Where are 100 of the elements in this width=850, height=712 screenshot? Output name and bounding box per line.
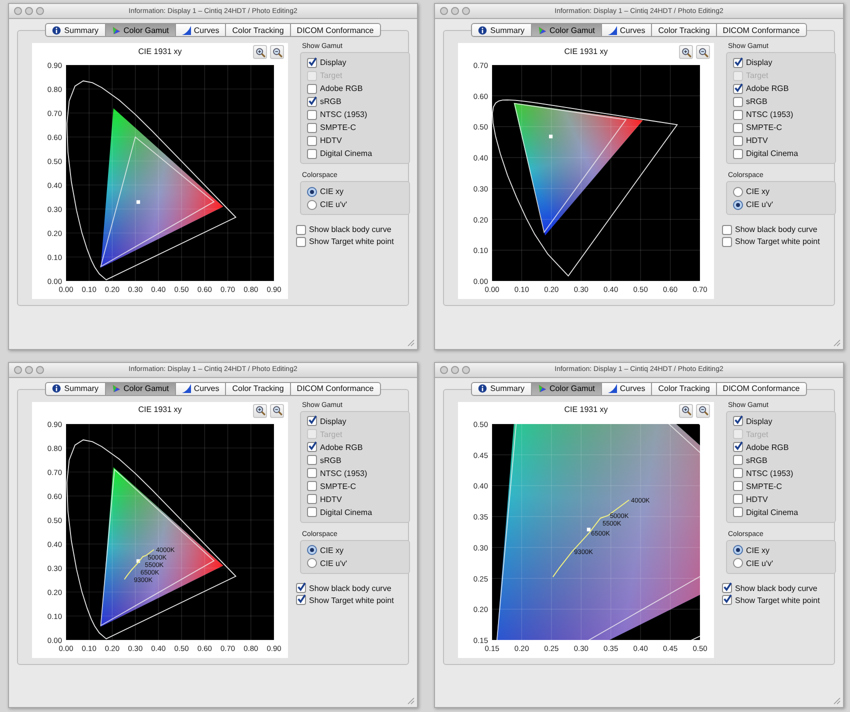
tab[interactable]: Summary: [45, 382, 106, 396]
checkbox[interactable]: [722, 224, 732, 234]
checkbox[interactable]: [733, 58, 743, 68]
zoom-in-button[interactable]: [253, 404, 267, 418]
tab[interactable]: Curves: [602, 382, 652, 396]
checkbox-label: sRGB: [320, 456, 342, 464]
radio-label: CIE u'v': [320, 558, 348, 568]
radio-button[interactable]: [307, 200, 317, 210]
curve-icon: [182, 384, 191, 393]
resize-grip-icon[interactable]: [407, 697, 415, 705]
tab[interactable]: DICOM Conformance: [716, 23, 807, 37]
tab[interactable]: DICOM Conformance: [290, 382, 381, 396]
checkbox[interactable]: [733, 110, 743, 120]
checkbox[interactable]: [307, 494, 317, 504]
checkbox-label: Adobe RGB: [746, 442, 789, 452]
zoom-in-button[interactable]: [679, 404, 693, 418]
checkbox[interactable]: [733, 481, 743, 491]
checkbox[interactable]: [296, 583, 306, 593]
checkbox-label: sRGB: [320, 97, 342, 106]
resize-grip-icon[interactable]: [833, 697, 841, 705]
checkbox[interactable]: [307, 442, 317, 452]
radio-label: CIE u'v': [320, 200, 348, 209]
resize-grip-icon[interactable]: [407, 338, 415, 346]
checkbox[interactable]: [307, 507, 317, 517]
checkbox[interactable]: [733, 136, 743, 146]
radio-button[interactable]: [307, 186, 317, 196]
zoom-out-button[interactable]: [270, 404, 284, 418]
checkbox[interactable]: [733, 416, 743, 426]
checkbox[interactable]: [307, 122, 317, 132]
tab[interactable]: Summary: [45, 23, 106, 37]
checkbox[interactable]: [307, 58, 317, 68]
checkbox-label: Show black body curve: [309, 584, 392, 592]
checkbox[interactable]: [307, 481, 317, 491]
checkbox[interactable]: [296, 224, 306, 234]
checkbox[interactable]: [733, 148, 743, 158]
tab[interactable]: Color Tracking: [226, 382, 291, 396]
radio-button[interactable]: [733, 545, 743, 555]
checkbox[interactable]: [307, 468, 317, 478]
radio-button[interactable]: [733, 200, 743, 210]
checkbox[interactable]: [296, 236, 306, 246]
zoom-in-icon: [680, 46, 692, 58]
checkbox[interactable]: [307, 416, 317, 426]
checkbox[interactable]: [733, 507, 743, 517]
chart-title: CIE 1931 xy: [564, 405, 608, 414]
tab[interactable]: Color Gamut: [106, 23, 176, 37]
checkbox-label: NTSC (1953): [320, 110, 368, 119]
tab[interactable]: Color Tracking: [226, 23, 291, 37]
resize-grip-icon[interactable]: [833, 338, 841, 346]
checkbox[interactable]: [733, 84, 743, 94]
radio-button[interactable]: [307, 558, 317, 568]
radio-button[interactable]: [307, 545, 317, 555]
checkbox-label: Show black body curve: [735, 225, 818, 234]
curve-icon: [608, 26, 617, 34]
tab[interactable]: Summary: [471, 23, 532, 37]
info-icon: [478, 384, 488, 393]
checkbox[interactable]: [722, 236, 732, 246]
zoom-in-button[interactable]: [253, 45, 267, 59]
tab[interactable]: DICOM Conformance: [290, 23, 381, 37]
curve-icon: [182, 26, 191, 34]
zoom-out-icon: [272, 405, 282, 416]
radio-button[interactable]: [733, 558, 743, 568]
checkbox[interactable]: [307, 136, 317, 146]
tab[interactable]: Curves: [176, 382, 226, 396]
zoom-out-button[interactable]: [696, 45, 710, 59]
checkbox-label: HDTV: [320, 136, 342, 145]
zoom-out-button[interactable]: [270, 45, 284, 59]
checkbox[interactable]: [733, 494, 743, 504]
tab[interactable]: Curves: [602, 23, 652, 37]
tab[interactable]: Color Gamut: [106, 382, 176, 396]
checkbox[interactable]: [733, 442, 743, 452]
checkbox[interactable]: [307, 455, 317, 465]
checkbox-label: Display: [746, 416, 772, 426]
checkbox[interactable]: [722, 583, 732, 593]
tab[interactable]: DICOM Conformance: [716, 382, 807, 396]
checkbox[interactable]: [733, 96, 743, 106]
checkbox[interactable]: [307, 96, 317, 106]
zoom-in-button[interactable]: [679, 45, 693, 59]
checkbox-label: Show Target white point: [735, 596, 820, 604]
checkbox[interactable]: [722, 595, 732, 605]
tab[interactable]: Color Gamut: [532, 23, 602, 37]
tab[interactable]: Color Tracking: [652, 23, 717, 37]
tab[interactable]: Summary: [471, 382, 532, 396]
zoom-in-icon: [680, 405, 692, 416]
checkbox[interactable]: [296, 595, 306, 605]
tab[interactable]: Curves: [176, 23, 226, 37]
checkbox[interactable]: [733, 455, 743, 465]
checkbox[interactable]: [307, 110, 317, 120]
checkbox[interactable]: [733, 468, 743, 478]
radio-button[interactable]: [733, 186, 743, 196]
tab[interactable]: Color Gamut: [532, 382, 602, 396]
checkbox-label: Show Target white point: [735, 237, 820, 246]
checkbox-label: SMPTE-C: [320, 123, 356, 132]
radio-label: CIE u'v': [746, 200, 774, 209]
checkbox[interactable]: [733, 122, 743, 132]
tab[interactable]: Color Tracking: [652, 382, 717, 396]
zoom-out-button[interactable]: [696, 404, 710, 418]
color-triangle-icon: [538, 26, 547, 34]
checkbox[interactable]: [307, 84, 317, 94]
zoom-out-icon: [698, 405, 708, 416]
checkbox[interactable]: [307, 148, 317, 158]
